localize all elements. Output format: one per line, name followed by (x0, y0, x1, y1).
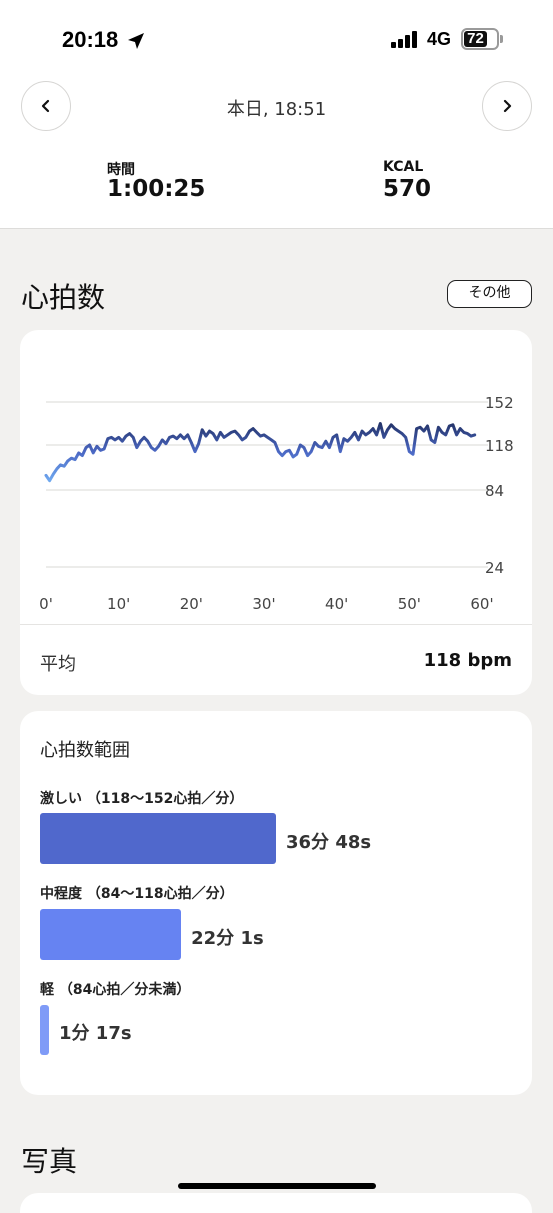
x-tick-label: 60' (470, 595, 493, 613)
battery-icon: 72 (461, 28, 499, 50)
x-tick-label: 0' (39, 595, 53, 613)
photos-title: 写真 (21, 1145, 78, 1178)
x-tick-label: 40' (325, 595, 348, 613)
kcal-value: 570 (383, 176, 432, 202)
x-tick-label: 10' (107, 595, 130, 613)
heart-rate-chart-card: 24 84 118 152 0' 10' 20' 30' 40' 50' 60' 平均 118 bp… (20, 330, 532, 695)
battery-tip (500, 35, 503, 43)
home-indicator (178, 1183, 376, 1189)
zones-title: 心拍数範囲 (40, 740, 130, 761)
y-tick-label: 24 (485, 559, 504, 577)
network-type: 4G (427, 29, 452, 49)
zone-value-light: 1分 17s (59, 1023, 132, 1044)
next-button[interactable] (482, 81, 532, 131)
kcal-label: KCAL (383, 159, 424, 175)
battery-level: 72 (464, 31, 488, 47)
photos-card (20, 1193, 532, 1213)
heart-rate-chart: 24 84 118 152 0' 10' 20' 30' 40' 50' 60' (39, 394, 514, 613)
zone-value-vigorous: 36分 48s (286, 832, 372, 853)
zone-label-moderate: 中程度 （84〜118心拍／分） (40, 886, 234, 902)
zone-label-light: 軽 （84心拍／分未満） (40, 982, 191, 998)
heart-rate-zones-card: 心拍数範囲 激しい （118〜152心拍／分） 36分 48s 中程度 （84〜… (20, 711, 532, 1095)
activity-title: 本日, 18:51 (226, 99, 327, 120)
x-tick-label: 20' (180, 595, 203, 613)
zone-bar-vigorous (40, 813, 276, 864)
heart-rate-title: 心拍数 (21, 281, 106, 314)
average-value: 118 bpm (423, 650, 512, 671)
y-tick-label: 84 (485, 482, 504, 500)
zone-bar-moderate (40, 909, 182, 960)
average-label: 平均 (40, 654, 76, 675)
status-time: 20:18 (62, 27, 119, 52)
chevron-right-icon (503, 99, 512, 113)
x-tick-label: 50' (398, 595, 421, 613)
y-tick-label: 152 (485, 394, 514, 412)
more-button[interactable]: その他 (447, 280, 532, 308)
header-area: 20:18 4G 72 本日, 18:51 時間 1:00:25 KCAL 57… (0, 0, 553, 229)
zone-label-vigorous: 激しい （118〜152心拍／分） (40, 791, 244, 807)
location-arrow-icon (128, 33, 144, 49)
duration-value: 1:00:25 (107, 176, 206, 202)
zone-bar-light (40, 1005, 49, 1055)
zone-value-moderate: 22分 1s (191, 928, 264, 949)
divider (20, 624, 532, 625)
cellular-signal-icon (391, 30, 421, 48)
heart-rate-line (44, 422, 477, 483)
y-tick-label: 118 (485, 437, 514, 455)
x-tick-label: 30' (252, 595, 275, 613)
